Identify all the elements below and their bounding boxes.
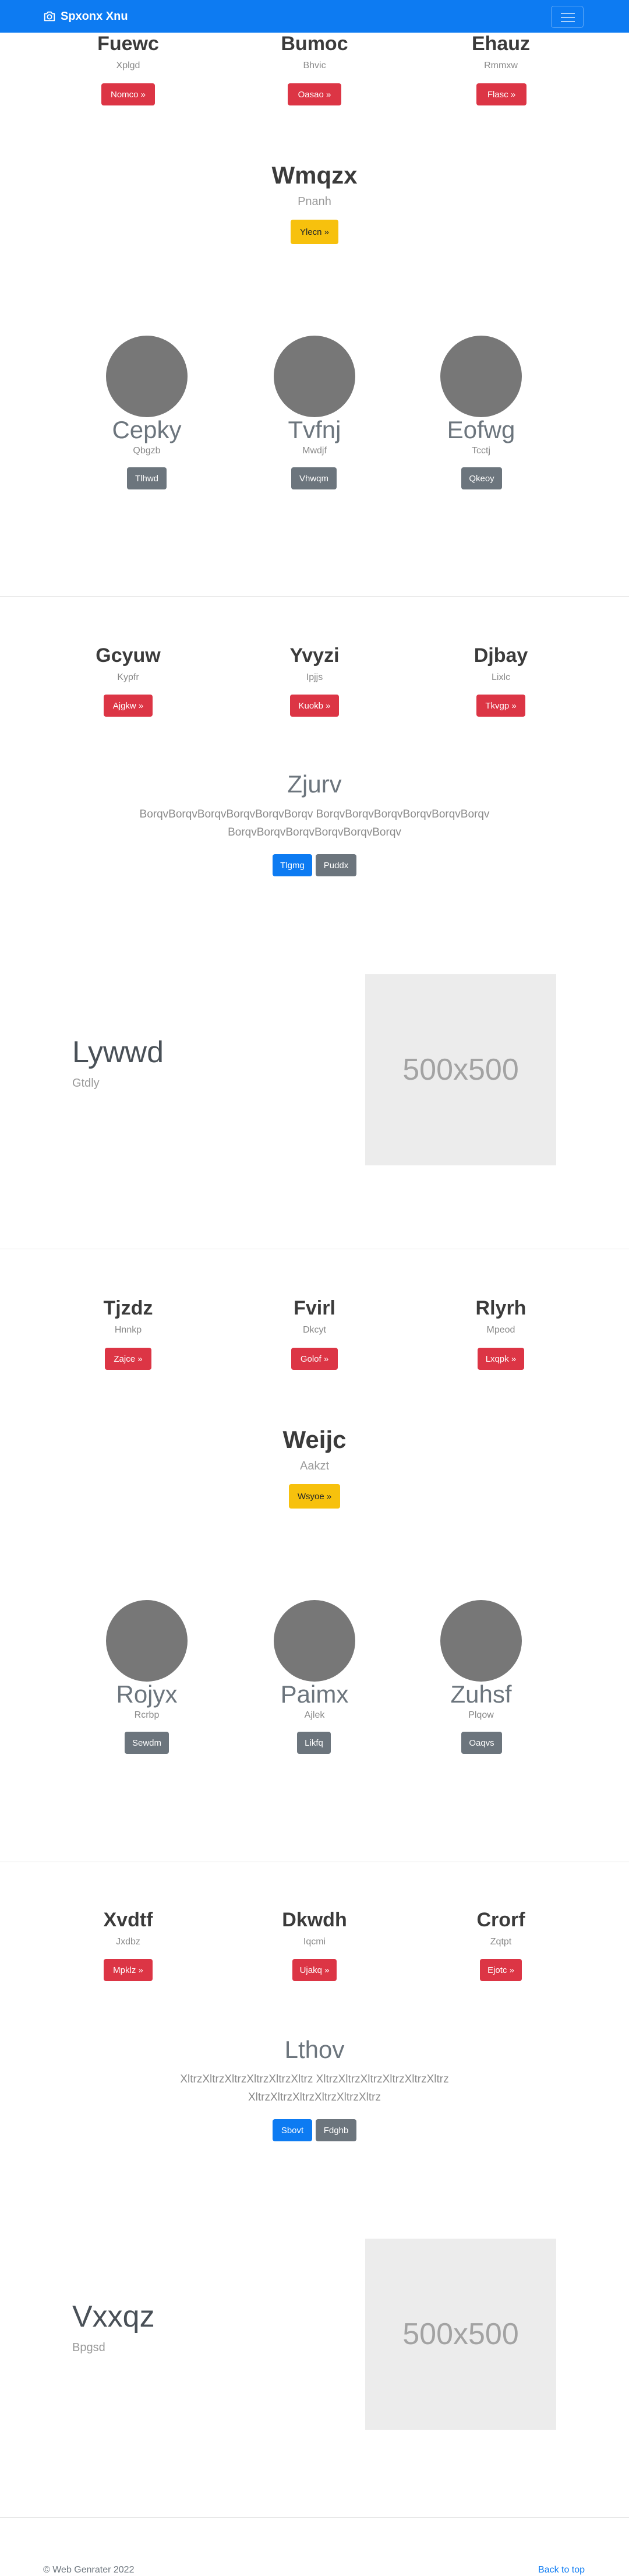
brand-name: Spxonx Xnu <box>61 9 128 23</box>
camera-icon <box>44 11 55 22</box>
col-title: Tjzdz <box>103 1297 153 1319</box>
col-subtitle: Ipjjs <box>306 672 323 682</box>
feature-button[interactable]: Ylecn » <box>291 220 338 244</box>
profile-button[interactable]: Sewdm <box>125 1732 169 1754</box>
profile-name: Zuhsf <box>450 1680 512 1708</box>
jumbotron-secondary-button[interactable]: Fdghb <box>316 2119 356 2141</box>
avatar <box>106 1600 188 1682</box>
jumbotron-text: XltrzXltrzXltrzXltrzXltrzXltrz XltrzXltr… <box>180 2073 449 2085</box>
navbar-brand[interactable]: Spxonx Xnu <box>43 9 128 24</box>
col-title: Bumoc <box>281 33 348 55</box>
feature-title: Weijc <box>282 1426 347 1453</box>
jumbotron-text: BorqvBorqvBorqvBorqvBorqvBorqv <box>228 826 401 838</box>
jumbotron-text: XltrzXltrzXltrzXltrzXltrzXltrz <box>248 2091 381 2103</box>
feature-button[interactable]: Wsyoe » <box>289 1484 340 1509</box>
profile-name: Paimx <box>280 1680 349 1708</box>
feature-subtitle: Pnanh <box>298 195 331 208</box>
col-subtitle: Lixlc <box>491 672 510 682</box>
col-subtitle: Dkcyt <box>303 1325 326 1335</box>
feature-title: Wmqzx <box>271 161 358 189</box>
feature-subtitle: Aakzt <box>299 1460 330 1472</box>
col-subtitle: Iqcmi <box>303 1937 326 1947</box>
jumbotron-primary-button[interactable]: Sbovt <box>273 2119 312 2141</box>
col-action-button[interactable]: Tkvgp » <box>476 695 525 717</box>
profile-button[interactable]: Likfq <box>297 1732 331 1754</box>
col-title: Dkwdh <box>282 1909 347 1931</box>
hero-title: Vxxqz <box>72 2300 155 2334</box>
hero-subtitle: Gtdly <box>72 1077 100 1090</box>
placeholder-label: 500x500 <box>402 1053 519 1087</box>
profile-button[interactable]: Qkeoy <box>461 467 502 489</box>
profile-subtitle: Tcctj <box>472 446 490 456</box>
jumbotron-title: Lthov <box>284 2036 345 2063</box>
avatar <box>440 1600 522 1682</box>
back-to-top-link[interactable]: Back to top <box>538 2565 585 2575</box>
profile-button[interactable]: Vhwqm <box>291 467 337 489</box>
footer-divider <box>0 2517 629 2518</box>
col-action-button[interactable]: Ejotc » <box>480 1959 522 1981</box>
col-title: Djbay <box>473 644 528 667</box>
avatar <box>274 336 355 417</box>
col-action-button[interactable]: Ajgkw » <box>104 695 153 717</box>
col-title: Fvirl <box>294 1297 335 1319</box>
col-title: Gcyuw <box>96 644 161 667</box>
col-action-button[interactable]: Zajce » <box>105 1348 151 1370</box>
navbar: Spxonx Xnu <box>0 0 629 33</box>
avatar <box>440 336 522 417</box>
image-placeholder: 500x500 <box>365 2239 556 2430</box>
hamburger-icon[interactable] <box>551 6 584 28</box>
profile-subtitle: Plqow <box>468 1710 494 1720</box>
col-action-button[interactable]: Kuokb » <box>290 695 339 717</box>
col-action-button[interactable]: Golof » <box>291 1348 338 1370</box>
jumbotron-text: BorqvBorqvBorqvBorqvBorqvBorqv BorqvBorq… <box>139 808 490 820</box>
profile-name: Tvfnj <box>288 416 341 443</box>
col-subtitle: Hnnkp <box>114 1325 142 1335</box>
profile-subtitle: Rcrbp <box>134 1710 160 1720</box>
col-action-button[interactable]: Flasc » <box>476 83 526 105</box>
col-subtitle: Rmmxw <box>484 61 518 71</box>
profile-subtitle: Ajlek <box>304 1710 325 1720</box>
jumbotron-title: Zjurv <box>287 770 342 798</box>
footer-copyright: © Web Genrater 2022 <box>43 2565 135 2575</box>
profile-button[interactable]: Oaqvs <box>461 1732 502 1754</box>
col-action-button[interactable]: Oasao » <box>288 83 341 105</box>
section-divider <box>0 596 629 597</box>
jumbotron-primary-button[interactable]: Tlgmg <box>273 854 312 876</box>
placeholder-label: 500x500 <box>402 2317 519 2351</box>
col-action-button[interactable]: Ujakq » <box>292 1959 337 1981</box>
col-title: Fuewc <box>97 33 159 55</box>
col-title: Rlyrh <box>475 1297 526 1319</box>
profile-subtitle: Mwdjf <box>302 446 327 456</box>
col-subtitle: Xplgd <box>116 61 140 71</box>
profile-name: Eofwg <box>447 416 515 443</box>
col-action-button[interactable]: Mpklz » <box>104 1959 153 1981</box>
col-title: Crorf <box>476 1909 525 1931</box>
hero-title: Lywwd <box>72 1035 164 1069</box>
profile-name: Cepky <box>112 416 182 443</box>
col-title: Ehauz <box>471 33 531 55</box>
col-action-button[interactable]: Nomco » <box>101 83 155 105</box>
col-subtitle: Mpeod <box>486 1325 515 1335</box>
col-action-button[interactable]: Lxqpk » <box>478 1348 524 1370</box>
profile-name: Rojyx <box>116 1680 178 1708</box>
col-title: Xvdtf <box>103 1909 153 1931</box>
jumbotron-secondary-button[interactable]: Puddx <box>316 854 356 876</box>
profile-subtitle: Qbgzb <box>133 446 161 456</box>
col-subtitle: Jxdbz <box>116 1937 140 1947</box>
col-subtitle: Kypfr <box>117 672 139 682</box>
avatar <box>106 336 188 417</box>
col-subtitle: Bhvic <box>303 61 326 71</box>
hero-subtitle: Bpgsd <box>72 2341 105 2354</box>
profile-button[interactable]: Tlhwd <box>127 467 167 489</box>
col-subtitle: Zqtpt <box>490 1937 512 1947</box>
avatar <box>274 1600 355 1682</box>
col-title: Yvyzi <box>289 644 340 667</box>
image-placeholder: 500x500 <box>365 974 556 1165</box>
